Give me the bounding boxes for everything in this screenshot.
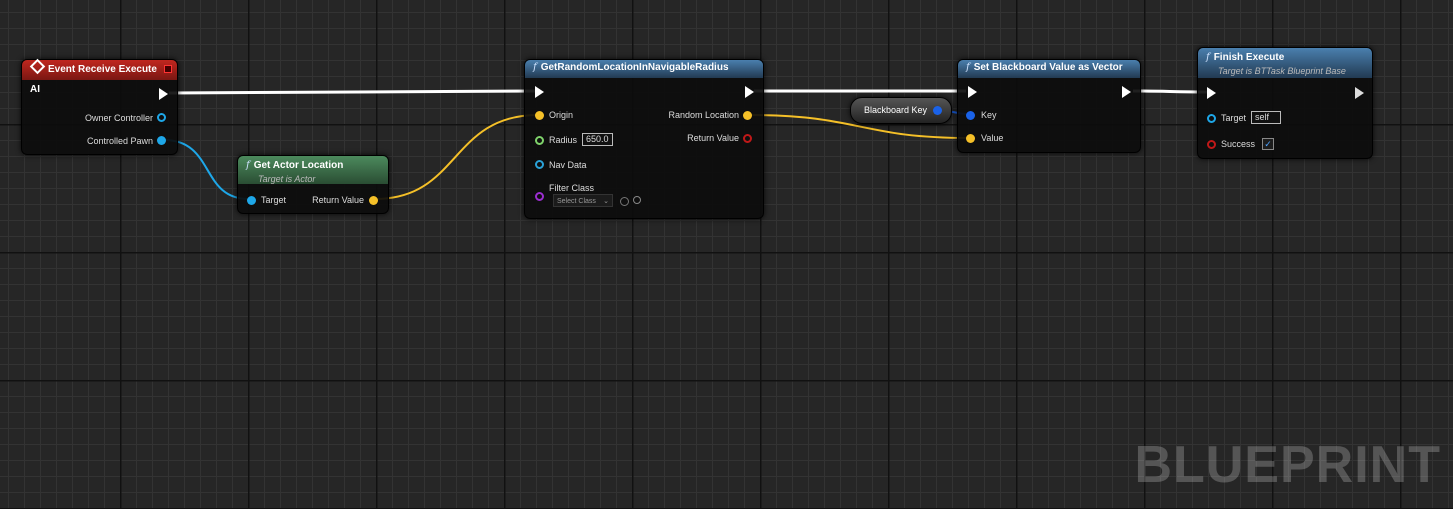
exec-out-pin[interactable] (159, 88, 168, 100)
filter-class-pin[interactable] (535, 192, 544, 201)
key-label: Key (981, 110, 997, 120)
set-bb-header: f Set Blackboard Value as Vector (958, 60, 1140, 78)
get-random-location-node[interactable]: f GetRandomLocationInNavigableRadius Orig… (524, 59, 764, 219)
exec-out-pin[interactable] (1355, 87, 1364, 99)
blueprint-watermark: BLUEPRINT (1134, 436, 1441, 494)
target-pin[interactable] (1207, 114, 1216, 123)
event-node-title: Event Receive Execute AI (30, 64, 157, 95)
filter-class-label: Filter Class (549, 183, 595, 193)
exec-out-pin[interactable] (1122, 86, 1131, 98)
random-location-header: f GetRandomLocationInNavigableRadius (525, 60, 763, 78)
radius-pin[interactable] (535, 136, 544, 145)
event-node-header: Event Receive Execute AI (22, 58, 177, 95)
radius-label: Radius (549, 135, 578, 145)
finish-execute-header: f Finish Execute Target is BTTask Bluepri… (1198, 48, 1372, 78)
target-label: Target (1221, 113, 1247, 123)
set-bb-title: Set Blackboard Value as Vector (973, 62, 1123, 73)
exec-in-pin[interactable] (535, 86, 544, 98)
get-actor-location-subtitle: Target is Actor (258, 174, 316, 184)
origin-pin[interactable] (535, 111, 544, 120)
blackboard-key-node[interactable]: Blackboard Key (850, 97, 952, 124)
exec-wire-1 (168, 89, 536, 95)
origin-label: Origin (549, 110, 574, 120)
success-pin[interactable] (1207, 140, 1216, 149)
select-class-dropdown[interactable]: Select Class ⌄ (553, 194, 613, 207)
get-actor-location-node[interactable]: f Get Actor Location Target is Actor Targ… (237, 155, 389, 214)
blackboard-key-pin[interactable] (933, 106, 942, 115)
target-input[interactable]: self (1251, 111, 1281, 124)
select-class-label: Select Class (557, 198, 596, 205)
nav-data-label: Nav Data (549, 160, 587, 170)
target-pin[interactable] (247, 196, 256, 205)
random-location-label: Random Location (668, 110, 739, 120)
owner-controller-label: Owner Controller (84, 113, 153, 123)
finish-execute-subtitle: Target is BTTask Blueprint Base (1218, 66, 1346, 76)
event-diamond-icon (29, 58, 46, 75)
blackboard-key-label: Blackboard Key (864, 105, 928, 115)
success-label: Success (1221, 139, 1256, 149)
owner-controller-pin[interactable] (157, 113, 166, 122)
delegate-pin[interactable] (164, 65, 172, 73)
search-icon[interactable] (633, 196, 641, 204)
set-blackboard-vector-node[interactable]: f Set Blackboard Value as Vector Key Valu… (957, 59, 1141, 153)
function-icon: f (533, 62, 537, 73)
event-receive-execute-ai-node[interactable]: Event Receive Execute AI Owner Controlle… (21, 58, 178, 155)
return-value-pin[interactable] (369, 196, 378, 205)
random-location-pin[interactable] (743, 111, 752, 120)
finish-execute-node[interactable]: f Finish Execute Target is BTTask Bluepri… (1197, 47, 1373, 159)
function-icon: f (246, 160, 250, 171)
radius-input[interactable]: 650.0 (582, 133, 613, 146)
exec-in-pin[interactable] (1207, 87, 1216, 99)
controlled-pawn-pin[interactable] (157, 136, 166, 145)
return-value-label: Return Value (687, 133, 739, 143)
finish-execute-title: Finish Execute (1213, 52, 1285, 63)
return-value-pin[interactable] (743, 134, 752, 143)
controlled-pawn-label: Controlled Pawn (86, 136, 153, 146)
chevron-down-icon: ⌄ (603, 198, 609, 205)
value-pin[interactable] (966, 134, 975, 143)
success-checkbox[interactable]: ✓ (1262, 138, 1274, 150)
get-actor-location-header: f Get Actor Location Target is Actor (238, 156, 388, 184)
function-icon: f (966, 62, 970, 73)
location-to-origin-wire (374, 114, 539, 200)
exec-out-pin[interactable] (745, 86, 754, 98)
get-actor-location-title: Get Actor Location (253, 160, 344, 171)
exec-in-pin[interactable] (968, 86, 977, 98)
key-pin[interactable] (966, 111, 975, 120)
function-icon: f (1206, 52, 1210, 63)
target-label: Target (261, 195, 287, 205)
random-location-title: GetRandomLocationInNavigableRadius (540, 62, 729, 73)
value-label: Value (981, 133, 1004, 143)
return-value-label: Return Value (312, 195, 364, 205)
nav-data-pin[interactable] (535, 160, 544, 169)
browse-icon[interactable] (620, 197, 629, 206)
